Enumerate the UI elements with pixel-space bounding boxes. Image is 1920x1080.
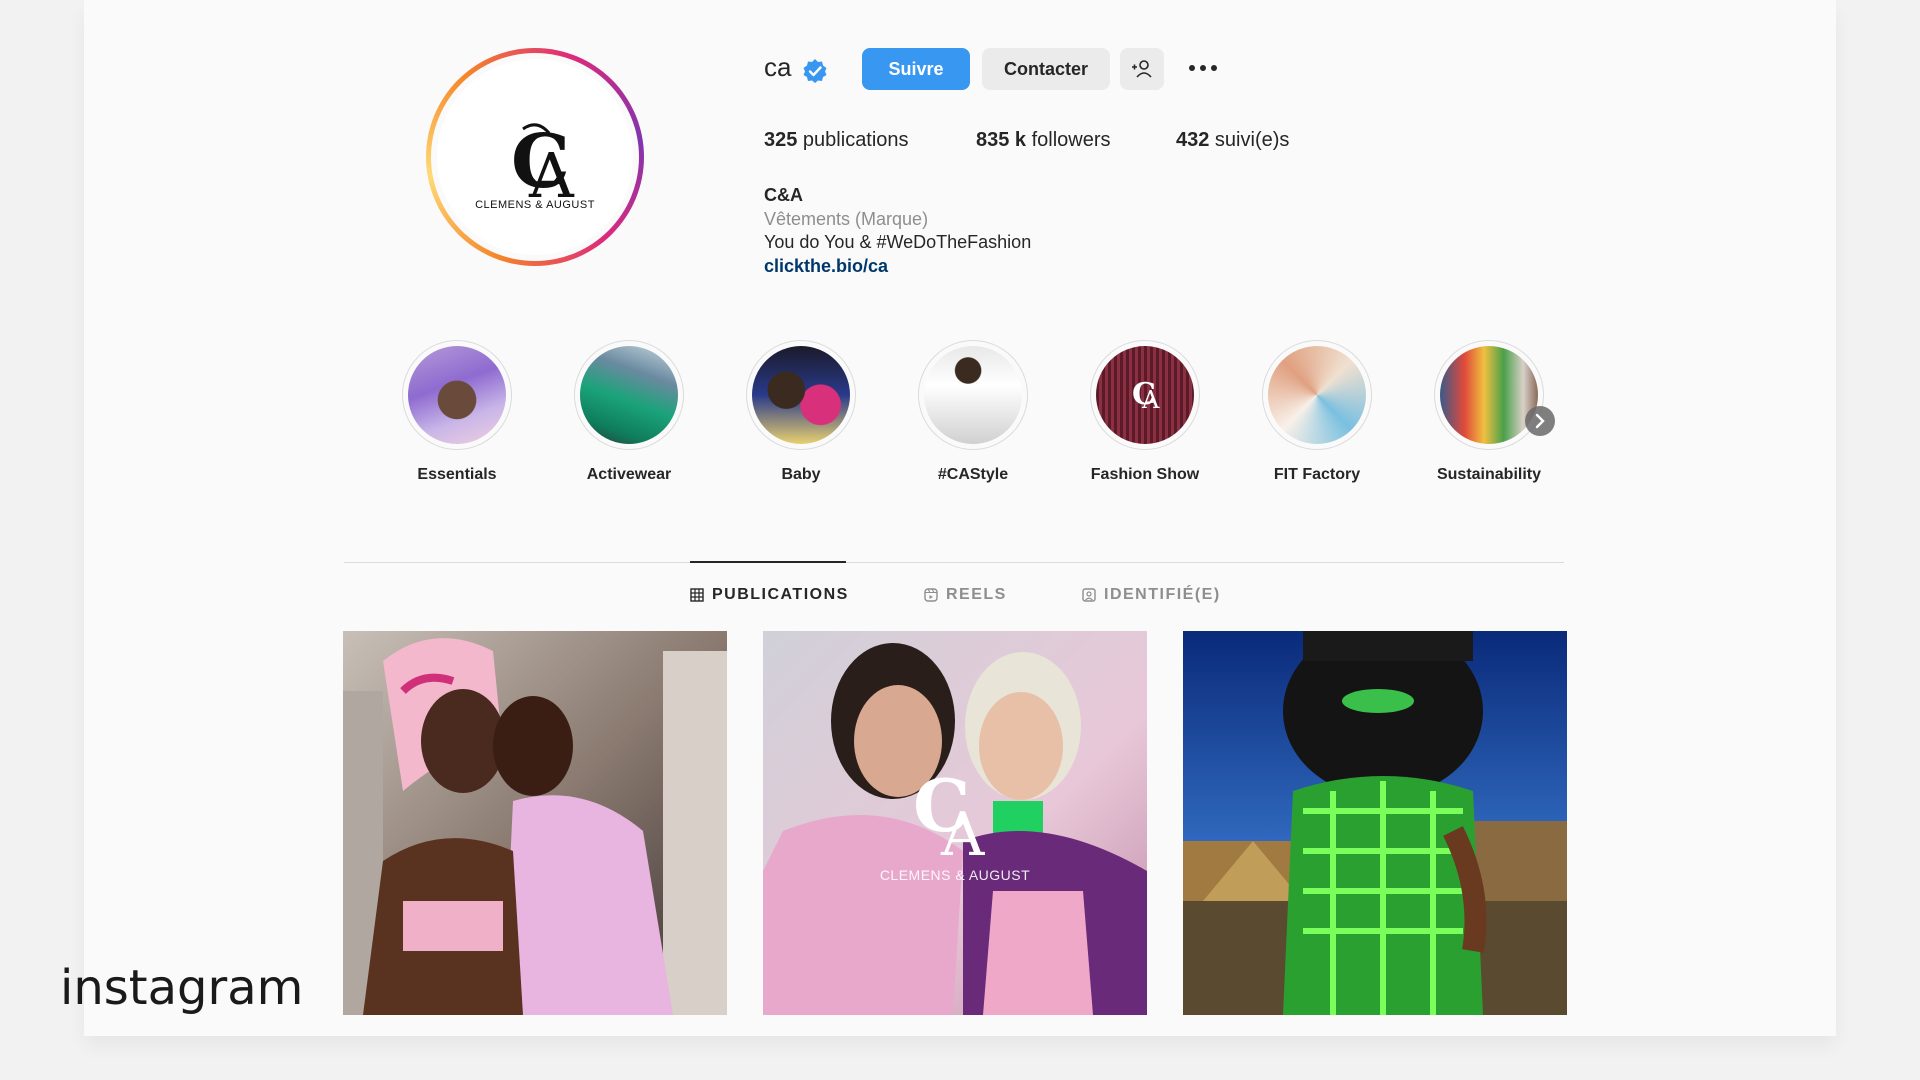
post-thumbnail[interactable] (1183, 631, 1567, 1015)
highlight-cover (752, 346, 850, 444)
username: ca (764, 52, 792, 82)
svg-text:A: A (940, 800, 985, 870)
reels-icon (924, 588, 938, 602)
post-image (343, 631, 727, 1015)
svg-text:A: A (1141, 386, 1160, 414)
tab-tagged[interactable]: IDENTIFIÉ(E) (1082, 586, 1221, 604)
post-image (1183, 631, 1567, 1015)
tab-publications[interactable]: PUBLICATIONS (690, 586, 849, 604)
stat-posts: 325 publications (764, 129, 909, 151)
stat-followers[interactable]: 835 k followers (976, 129, 1111, 152)
post-thumbnail[interactable]: C A CLEMENS & AUGUST (763, 631, 1147, 1015)
highlights-next-button[interactable] (1525, 406, 1555, 436)
active-tab-indicator (690, 561, 846, 563)
highlight-baby[interactable]: Baby (721, 340, 881, 484)
bio-category: Vêtements (Marque) (764, 209, 929, 229)
post-image: C A (763, 631, 1147, 1015)
bio-text: You do You & #WeDoTheFashion (764, 232, 1032, 252)
chevron-right-icon (1535, 413, 1545, 429)
highlight-cover (580, 346, 678, 444)
post-logo-subtitle: CLEMENS & AUGUST (879, 867, 1031, 883)
bio-name: C&A (764, 185, 803, 205)
highlight-fashion-show[interactable]: C A Fashion Show (1065, 340, 1225, 484)
brand-logo: C A CLEMENS & AUGUST (437, 59, 633, 255)
contact-button[interactable]: Contacter (982, 48, 1110, 90)
highlight-castyle[interactable]: #CAStyle (893, 340, 1053, 484)
highlight-essentials[interactable]: Essentials (377, 340, 537, 484)
highlight-activewear[interactable]: Activewear (549, 340, 709, 484)
highlight-cover: C A (1096, 346, 1194, 444)
grid-icon (690, 588, 704, 602)
verified-badge-icon (803, 59, 827, 83)
bio-link[interactable]: clickthe.bio/ca (764, 256, 888, 277)
tabs-divider (344, 562, 1564, 563)
profile-avatar[interactable]: C A CLEMENS & AUGUST (426, 48, 644, 266)
follow-button[interactable]: Suivre (862, 48, 970, 90)
add-user-icon (1132, 60, 1152, 78)
stat-following[interactable]: 432 suivi(e)s (1176, 129, 1289, 152)
more-options-icon[interactable] (1186, 58, 1220, 78)
ca-monogram-icon: C A (511, 119, 575, 212)
highlight-cover (1440, 346, 1538, 444)
highlight-cover (408, 346, 506, 444)
tagged-icon (1082, 588, 1096, 602)
brand-logo-subtitle: CLEMENS & AUGUST (475, 199, 595, 211)
tab-reels[interactable]: REELS (924, 586, 1007, 604)
post-thumbnail[interactable] (343, 631, 727, 1015)
ca-monogram-icon: C A (1132, 377, 1160, 414)
highlight-cover (924, 346, 1022, 444)
highlight-cover (1268, 346, 1366, 444)
suggested-accounts-button[interactable] (1120, 48, 1164, 90)
instagram-watermark: instagram (60, 960, 304, 1016)
highlight-fit-factory[interactable]: FIT Factory (1237, 340, 1397, 484)
